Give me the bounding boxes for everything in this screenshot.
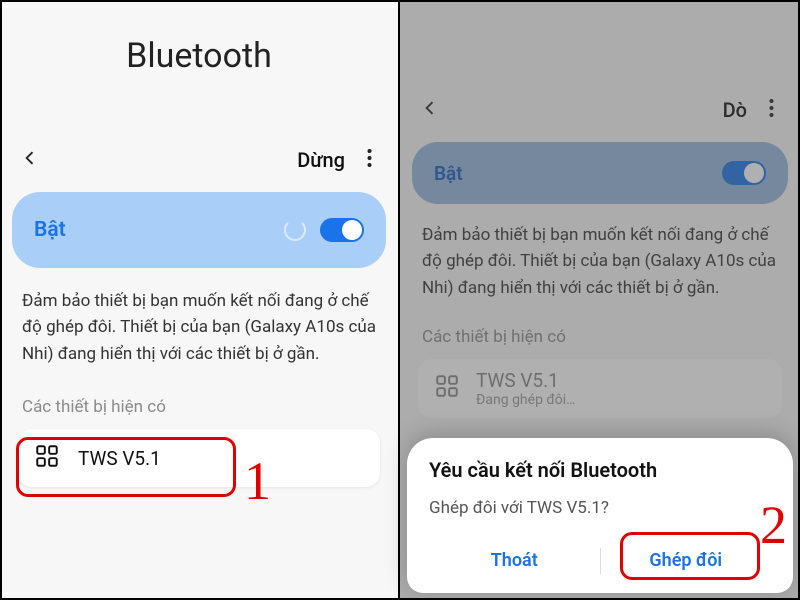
device-row-tws[interactable]: TWS V5.1 Đang ghép đôi… [418, 359, 782, 418]
scan-button[interactable]: Dò [723, 98, 747, 122]
bluetooth-toggle[interactable] [320, 218, 364, 242]
toggle-label: Bật [34, 218, 66, 242]
dialog-title: Yêu cầu kết nối Bluetooth [429, 458, 771, 482]
bluetooth-toggle[interactable] [722, 161, 766, 185]
loading-spinner-icon [284, 219, 306, 241]
pairing-request-dialog: Yêu cầu kết nối Bluetooth Ghép đôi với T… [407, 438, 793, 593]
annotation-number-2: 2 [760, 494, 787, 556]
left-screenshot: Bluetooth Dừng Bật Đảm bảo thiết bị bạn … [0, 0, 400, 600]
bluetooth-toggle-card[interactable]: Bật [12, 192, 386, 268]
visibility-description: Đảm bảo thiết bị bạn muốn kết nối đang ở… [0, 268, 398, 367]
right-screenshot: Dò Bật Đảm bảo thiết bị bạn muốn kết nối… [400, 0, 800, 600]
dialog-message: Ghép đôi với TWS V5.1? [429, 482, 771, 538]
sub-header: Dừng [0, 86, 398, 186]
sub-header: Dò [400, 0, 800, 136]
available-devices-header: Các thiết bị hiện có [0, 367, 398, 423]
bluetooth-toggle-card[interactable]: Bật [412, 142, 788, 204]
pair-button[interactable]: Ghép đôi [601, 538, 772, 583]
cancel-button[interactable]: Thoát [429, 538, 600, 583]
stop-scan-button[interactable]: Dừng [297, 148, 345, 172]
more-options-icon[interactable] [367, 148, 372, 172]
device-name: TWS V5.1 [476, 369, 576, 392]
back-icon[interactable] [420, 98, 440, 122]
back-icon[interactable] [20, 148, 40, 172]
device-type-icon [434, 373, 460, 404]
page-title: Bluetooth [0, 0, 398, 86]
device-row-tws[interactable]: TWS V5.1 [18, 429, 380, 487]
visibility-description: Đảm bảo thiết bị bạn muốn kết nối đang ở… [400, 204, 800, 301]
device-status: Đang ghép đôi… [476, 392, 576, 408]
device-name: TWS V5.1 [78, 447, 161, 470]
device-type-icon [34, 443, 60, 474]
annotation-number-1: 1 [244, 450, 271, 512]
more-options-icon[interactable] [769, 98, 774, 122]
toggle-label: Bật [434, 162, 463, 185]
available-devices-header: Các thiết bị hiện có [400, 301, 800, 353]
